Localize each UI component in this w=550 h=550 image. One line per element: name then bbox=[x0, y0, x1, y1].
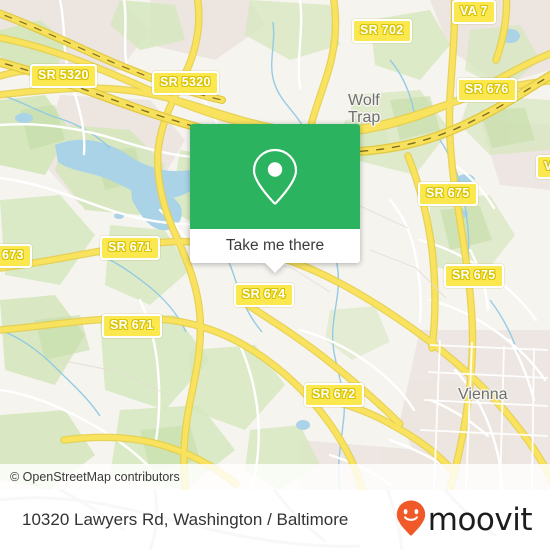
take-me-there-callout[interactable]: Take me there bbox=[190, 124, 360, 273]
map-canvas[interactable]: Wolf Trap Vienna SR 5320 SR 5320 SR 702 … bbox=[0, 0, 550, 490]
road-shield-sr-702: SR 702 bbox=[352, 19, 412, 43]
callout-tail bbox=[264, 262, 286, 273]
address-label: 10320 Lawyers Rd, Washington / Baltimore bbox=[22, 510, 349, 529]
location-pin-icon bbox=[249, 147, 301, 207]
callout-pin-panel bbox=[190, 124, 360, 229]
road-shield-sr-5320-west: SR 5320 bbox=[30, 64, 97, 88]
moovit-logo: moovit bbox=[396, 500, 533, 541]
road-shield-va-7: VA 7 bbox=[452, 0, 496, 24]
moovit-smiley-pin-icon bbox=[396, 500, 426, 541]
take-me-there-label: Take me there bbox=[225, 237, 325, 254]
osm-attribution-text: © OpenStreetMap contributors bbox=[10, 470, 180, 484]
moovit-wordmark: moovit bbox=[427, 501, 533, 538]
moovit-map-screenshot: Wolf Trap Vienna SR 5320 SR 5320 SR 702 … bbox=[0, 0, 550, 550]
map-attribution-bar: © OpenStreetMap contributors bbox=[0, 464, 550, 490]
road-shield-sr-674: SR 674 bbox=[234, 283, 294, 307]
road-shield-sr-675-north: SR 675 bbox=[418, 182, 478, 206]
road-shield-sr-5320-east: SR 5320 bbox=[152, 71, 219, 95]
road-shield-va-right-cut: VA bbox=[536, 155, 550, 179]
footer-bar: 10320 Lawyers Rd, Washington / Baltimore… bbox=[0, 490, 550, 550]
road-shield-sr-675-south: SR 675 bbox=[444, 264, 504, 288]
callout-action-bar[interactable]: Take me there bbox=[190, 229, 360, 273]
road-shield-sr-673: 673 bbox=[0, 244, 32, 268]
road-shield-sr-671-south: SR 671 bbox=[102, 314, 162, 338]
road-shield-sr-676: SR 676 bbox=[457, 78, 517, 102]
road-shield-sr-672: SR 672 bbox=[304, 383, 364, 407]
road-shield-sr-671-north: SR 671 bbox=[100, 236, 160, 260]
